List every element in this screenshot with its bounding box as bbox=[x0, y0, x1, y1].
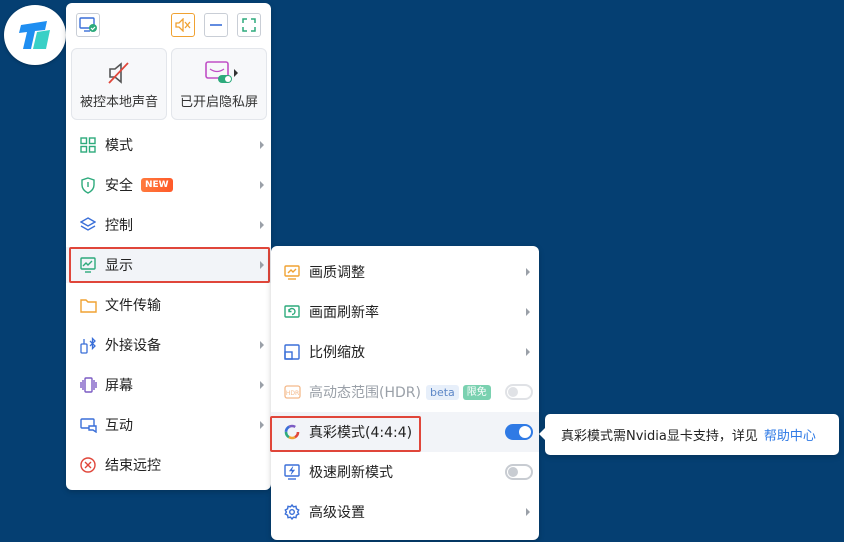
menu-item-label: 安全 bbox=[105, 178, 133, 194]
help-center-link[interactable]: 帮助中心 bbox=[764, 425, 816, 444]
display-highlight-box bbox=[69, 247, 270, 283]
quality-icon bbox=[283, 263, 301, 281]
mute-icon bbox=[175, 18, 191, 32]
menu-item-label: 模式 bbox=[105, 138, 133, 154]
remote-audio-button[interactable]: 被控本地声音 bbox=[71, 48, 167, 120]
submenu-item-advanced[interactable]: 高级设置 bbox=[271, 492, 539, 532]
menu-item-label: 控制 bbox=[105, 218, 133, 234]
screens-icon bbox=[79, 376, 97, 394]
fast-refresh-icon bbox=[283, 463, 301, 481]
submenu-item-hdr[interactable]: HDR 高动态范围(HDR) beta 限免 bbox=[271, 372, 539, 412]
menu-item-end-remote[interactable]: 结束远控 bbox=[66, 447, 271, 483]
privacy-screen-label: 已开启隐私屏 bbox=[179, 95, 258, 110]
chat-screen-icon bbox=[79, 416, 97, 434]
display-submenu: 画质调整 画面刷新率 比例缩放 HDR 高动态范围(HDR) beta 限免 真… bbox=[271, 246, 539, 540]
submenu-item-refresh-rate[interactable]: 画面刷新率 bbox=[271, 292, 539, 332]
true-color-tooltip: 真彩模式需Nvidia显卡支持，详见 帮助中心 bbox=[539, 414, 839, 455]
menu-item-label: 文件传输 bbox=[105, 298, 161, 314]
chevron-right-icon bbox=[526, 268, 530, 276]
submenu-item-quality[interactable]: 画质调整 bbox=[271, 252, 539, 292]
svg-text:HDR: HDR bbox=[285, 390, 298, 397]
submenu-item-label: 高动态范围(HDR) bbox=[309, 385, 421, 401]
fullscreen-button[interactable] bbox=[237, 13, 261, 37]
submenu-item-scale[interactable]: 比例缩放 bbox=[271, 332, 539, 372]
scale-icon bbox=[283, 343, 301, 361]
chevron-right-icon bbox=[260, 141, 264, 149]
chevron-right-icon bbox=[260, 221, 264, 229]
mute-button[interactable] bbox=[171, 13, 195, 37]
minimize-icon bbox=[210, 24, 222, 26]
fast-refresh-toggle[interactable] bbox=[505, 464, 533, 480]
chevron-right-icon bbox=[526, 508, 530, 516]
todesk-logo-icon bbox=[19, 21, 50, 49]
screen-status-button[interactable] bbox=[76, 13, 100, 37]
menu-item-security[interactable]: 安全 NEW bbox=[66, 167, 271, 203]
shield-icon bbox=[79, 176, 97, 194]
privacy-expand-icon[interactable] bbox=[234, 69, 238, 77]
hdr-icon: HDR bbox=[283, 383, 301, 401]
submenu-item-label: 高级设置 bbox=[309, 505, 365, 521]
chevron-right-icon bbox=[260, 421, 264, 429]
hdr-toggle[interactable] bbox=[505, 384, 533, 400]
chevron-right-icon bbox=[260, 381, 264, 389]
chevron-right-icon bbox=[526, 308, 530, 316]
refresh-rate-icon bbox=[283, 303, 301, 321]
submenu-item-label: 比例缩放 bbox=[309, 345, 365, 361]
layers-icon bbox=[79, 216, 97, 234]
todesk-logo[interactable] bbox=[4, 5, 66, 65]
submenu-item-label: 极速刷新模式 bbox=[309, 465, 393, 481]
menu-item-label: 屏幕 bbox=[105, 378, 133, 394]
gear-icon bbox=[283, 503, 301, 521]
submenu-item-label: 画质调整 bbox=[309, 265, 365, 281]
screen-status-icon bbox=[79, 17, 97, 32]
folder-icon bbox=[79, 296, 97, 314]
menu-item-label: 互动 bbox=[105, 418, 133, 434]
beta-tag: beta bbox=[425, 384, 459, 400]
true-color-toggle[interactable] bbox=[505, 424, 533, 440]
new-badge: NEW bbox=[141, 178, 173, 192]
usb-bluetooth-icon bbox=[79, 336, 97, 354]
tooltip-text: 真彩模式需Nvidia显卡支持，详见 bbox=[561, 429, 758, 444]
menu-item-interact[interactable]: 互动 bbox=[66, 407, 271, 443]
menu-item-screen[interactable]: 屏幕 bbox=[66, 367, 271, 403]
remote-audio-label: 被控本地声音 bbox=[79, 95, 158, 110]
submenu-item-fast-refresh[interactable]: 极速刷新模式 bbox=[271, 452, 539, 492]
minimize-button[interactable] bbox=[204, 13, 228, 37]
chevron-right-icon bbox=[260, 341, 264, 349]
speaker-off-icon bbox=[108, 62, 129, 84]
chevron-right-icon bbox=[260, 181, 264, 189]
chevron-right-icon bbox=[526, 348, 530, 356]
close-circle-icon bbox=[79, 456, 97, 474]
free-tag: 限免 bbox=[462, 384, 491, 400]
menu-item-file-transfer[interactable]: 文件传输 bbox=[66, 287, 271, 323]
true-color-highlight-box bbox=[270, 416, 421, 452]
menu-item-label: 结束远控 bbox=[105, 458, 161, 474]
menu-item-control[interactable]: 控制 bbox=[66, 207, 271, 243]
menu-item-peripherals[interactable]: 外接设备 bbox=[66, 327, 271, 363]
grid-icon bbox=[79, 136, 97, 154]
menu-item-label: 外接设备 bbox=[105, 338, 161, 354]
fullscreen-icon bbox=[242, 18, 256, 32]
submenu-item-label: 画面刷新率 bbox=[309, 305, 379, 321]
menu-item-mode[interactable]: 模式 bbox=[66, 127, 271, 163]
privacy-screen-icon bbox=[205, 61, 232, 83]
privacy-screen-button[interactable]: 已开启隐私屏 bbox=[171, 48, 267, 120]
